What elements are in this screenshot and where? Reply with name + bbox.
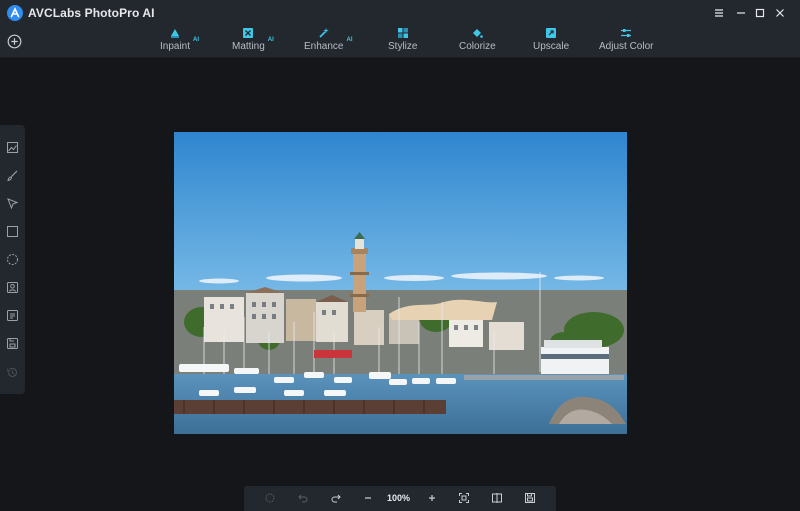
tab-colorize[interactable]: Colorize (459, 26, 496, 57)
maximize-icon[interactable] (751, 4, 769, 22)
tab-matting[interactable]: Matting AI (232, 26, 274, 57)
tab-matting-label: Matting AI (232, 37, 274, 52)
close-icon[interactable] (771, 4, 789, 22)
app-logo-icon (7, 5, 23, 21)
lasso-select-icon[interactable] (6, 253, 19, 266)
colorize-icon (473, 29, 484, 38)
inpaint-icon (171, 29, 180, 38)
history-icon[interactable] (6, 366, 19, 379)
harbor-photo (174, 132, 627, 434)
compare-icon[interactable] (490, 491, 504, 505)
enhance-icon (319, 28, 329, 38)
undo-icon[interactable] (296, 491, 310, 505)
tab-upscale[interactable]: Upscale (533, 26, 569, 57)
ai-badge: AI (267, 37, 274, 43)
app-title: AVCLabs PhotoPro AI (28, 6, 155, 20)
tab-enhance[interactable]: Enhance AI (304, 26, 353, 57)
redo-icon[interactable] (329, 491, 343, 505)
brush-icon[interactable] (6, 169, 19, 182)
adjust-color-icon (621, 29, 632, 37)
upscale-icon (546, 28, 557, 38)
tab-enhance-label: Enhance AI (304, 37, 353, 52)
canvas-image[interactable] (174, 132, 627, 434)
tab-colorize-label: Colorize (459, 41, 496, 52)
text-select-icon[interactable] (6, 309, 19, 322)
zoom-out-icon[interactable] (361, 491, 375, 505)
matting-icon (243, 28, 254, 38)
minimize-icon[interactable] (732, 4, 750, 22)
left-tool-panel (0, 125, 25, 394)
rectangle-select-icon[interactable] (6, 225, 19, 238)
zoom-level: 100% (387, 493, 411, 503)
portrait-icon[interactable] (6, 281, 19, 294)
tab-upscale-label: Upscale (533, 41, 570, 52)
stylize-icon (397, 28, 408, 38)
tab-stylize[interactable]: Stylize (388, 26, 417, 57)
reset-icon[interactable] (263, 491, 277, 505)
tab-adjust-color[interactable]: Adjust Color (599, 26, 653, 57)
ai-badge: AI (346, 37, 353, 43)
menu-icon[interactable] (710, 4, 728, 22)
save-icon[interactable] (523, 491, 537, 505)
zoom-in-icon[interactable] (425, 491, 439, 505)
tab-adjust-color-label: Adjust Color (599, 41, 654, 52)
tab-inpaint[interactable]: Inpaint AI (160, 26, 200, 57)
add-image-icon[interactable] (7, 34, 22, 49)
pointer-icon[interactable] (6, 197, 19, 210)
save-layer-icon[interactable] (6, 337, 19, 350)
tab-stylize-label: Stylize (388, 41, 418, 52)
title-bar: AVCLabs PhotoPro AI (0, 0, 800, 26)
image-icon[interactable] (6, 141, 19, 154)
main-toolbar: InpaintAI MattingAI EnhanceAI Stylize (0, 26, 800, 58)
bottom-toolbar: 100% (244, 486, 556, 511)
tab-inpaint-label: Inpaint AI (160, 37, 200, 52)
fit-screen-icon[interactable] (457, 491, 471, 505)
ai-badge: AI (193, 37, 200, 43)
